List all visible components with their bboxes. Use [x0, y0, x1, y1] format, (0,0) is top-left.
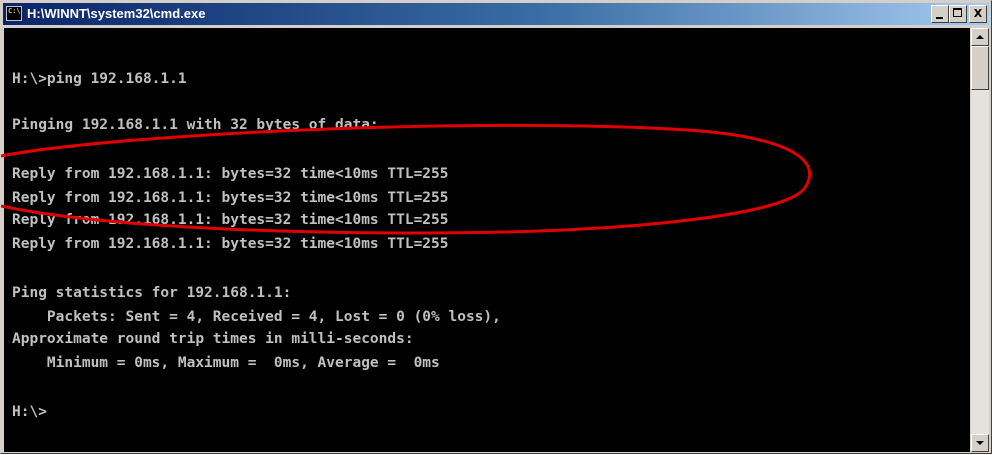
cmd-icon-text: C:\	[8, 7, 21, 15]
close-button[interactable]: X	[969, 5, 987, 23]
scroll-thumb[interactable]	[971, 46, 989, 90]
minimize-icon	[936, 17, 943, 19]
console-window: C:\ H:\WINNT\system32\cmd.exe X H:\>ping…	[0, 0, 992, 454]
console-line-rtt-header: Approximate round trip times in milli-se…	[12, 331, 414, 347]
console-line-reply-2: Reply from 192.168.1.1: bytes=32 time<10…	[12, 190, 449, 206]
arrow-up-icon	[976, 35, 984, 39]
arrow-down-icon	[976, 441, 984, 445]
console-line-reply-3: Reply from 192.168.1.1: bytes=32 time<10…	[12, 212, 449, 228]
console-line-reply-1: Reply from 192.168.1.1: bytes=32 time<10…	[12, 166, 449, 182]
console-output[interactable]: H:\>ping 192.168.1.1 Pinging 192.168.1.1…	[4, 28, 970, 452]
scroll-up-button[interactable]	[971, 28, 989, 46]
maximize-icon	[953, 8, 962, 17]
console-line-prompt: H:\>	[12, 404, 47, 420]
console-line-command: H:\>ping 192.168.1.1	[12, 71, 187, 87]
title-bar[interactable]: C:\ H:\WINNT\system32\cmd.exe X	[3, 3, 989, 25]
console-line-stats-header: Ping statistics for 192.168.1.1:	[12, 285, 292, 301]
console-line-pinging: Pinging 192.168.1.1 with 32 bytes of dat…	[12, 117, 379, 133]
vertical-scrollbar[interactable]	[971, 28, 989, 452]
close-icon: X	[973, 7, 983, 20]
console-line-packets: Packets: Sent = 4, Received = 4, Lost = …	[12, 309, 501, 325]
cmd-app-icon[interactable]: C:\	[6, 6, 22, 21]
console-line-rtt-values: Minimum = 0ms, Maximum = 0ms, Average = …	[12, 355, 440, 371]
maximize-button[interactable]	[949, 5, 967, 23]
scroll-down-button[interactable]	[971, 434, 989, 452]
console-line-reply-4: Reply from 192.168.1.1: bytes=32 time<10…	[12, 236, 449, 252]
window-title: H:\WINNT\system32\cmd.exe	[27, 6, 206, 21]
minimize-button[interactable]	[931, 5, 949, 23]
window-controls: X	[931, 5, 987, 23]
